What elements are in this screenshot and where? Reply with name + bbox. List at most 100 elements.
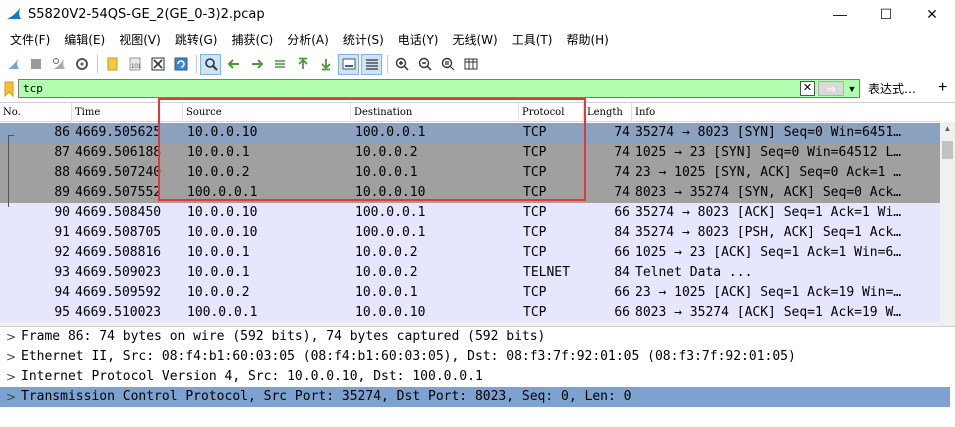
go-back-icon[interactable] — [223, 54, 244, 75]
packet-row[interactable]: 89 4669.507552 100.0.0.1 10.0.0.10 TCP 7… — [0, 183, 940, 203]
find-packet-icon[interactable] — [200, 53, 221, 75]
reload-file-icon[interactable] — [170, 54, 191, 75]
packet-length: 84 — [614, 225, 630, 240]
packet-row[interactable]: 91 4669.508705 10.0.0.10 100.0.0.1 TCP 8… — [0, 223, 940, 243]
apply-filter-icon[interactable]: ⇒ — [818, 81, 844, 96]
packet-source: 10.0.0.2 — [187, 165, 250, 180]
packet-list-scrollbar[interactable]: ▲ — [940, 122, 955, 323]
scroll-up-icon[interactable]: ▲ — [940, 124, 955, 138]
packet-row[interactable]: 94 4669.509592 10.0.0.2 10.0.0.1 TCP 66 … — [0, 283, 940, 303]
packet-source: 10.0.0.10 — [187, 205, 258, 220]
zoom-in-icon[interactable] — [391, 54, 412, 75]
menu-telephony[interactable]: 电话(Y) — [391, 31, 446, 48]
menu-analyze[interactable]: 分析(A) — [280, 31, 336, 48]
packet-length: 74 — [614, 185, 630, 200]
minimize-button[interactable]: — — [817, 0, 863, 28]
add-filter-button[interactable]: + — [938, 79, 947, 97]
packet-protocol: TCP — [523, 165, 547, 180]
detail-text: Ethernet II, Src: 08:f4:b1:60:03:05 (08:… — [21, 349, 796, 364]
save-file-icon[interactable]: 101 — [124, 54, 145, 75]
expand-chevron-right-icon[interactable]: > — [6, 367, 16, 387]
packet-row[interactable]: 95 4669.510023 100.0.0.1 10.0.0.10 TCP 6… — [0, 303, 940, 323]
detail-tree-item-frame[interactable]: > Frame 86: 74 bytes on wire (592 bits),… — [0, 327, 950, 347]
stop-capture-icon[interactable] — [25, 54, 46, 75]
packet-info: 1025 → 23 [ACK] Seq=1 Ack=1 Win=6… — [635, 245, 902, 260]
close-file-icon[interactable] — [147, 54, 168, 75]
detail-tree-item-ethernet[interactable]: > Ethernet II, Src: 08:f4:b1:60:03:05 (0… — [0, 347, 950, 367]
packet-info: 23 → 1025 [ACK] Seq=1 Ack=19 Win=… — [635, 285, 902, 300]
menu-capture[interactable]: 捕获(C) — [224, 31, 280, 48]
normal-size-icon[interactable] — [437, 54, 458, 75]
packet-row[interactable]: 88 4669.507240 10.0.0.2 10.0.0.1 TCP 74 … — [0, 163, 940, 183]
packet-time: 4669.510023 — [75, 305, 162, 320]
first-packet-icon[interactable] — [292, 54, 313, 75]
menu-file[interactable]: 文件(F) — [3, 31, 57, 48]
filter-history-chevron-down-icon[interactable]: ▼ — [846, 81, 858, 96]
maximize-button[interactable]: ☐ — [863, 0, 909, 28]
colorize-icon[interactable] — [361, 53, 382, 75]
packet-time: 4669.508705 — [75, 225, 162, 240]
packet-destination: 100.0.0.1 — [355, 225, 426, 240]
start-capture-icon[interactable] — [2, 54, 23, 75]
packet-destination: 10.0.0.10 — [355, 185, 426, 200]
bookmark-icon[interactable] — [2, 80, 16, 98]
zoom-out-icon[interactable] — [414, 54, 435, 75]
packet-list-header: No. Time Source Destination Protocol Len… — [0, 103, 940, 122]
menu-tools[interactable]: 工具(T) — [505, 31, 560, 48]
restart-capture-icon[interactable] — [48, 54, 69, 75]
packet-time: 4669.507552 — [75, 185, 162, 200]
scrollbar-thumb[interactable] — [942, 141, 953, 159]
packet-protocol: TCP — [523, 285, 547, 300]
expand-chevron-right-icon[interactable]: > — [6, 347, 16, 367]
menu-help[interactable]: 帮助(H) — [559, 31, 615, 48]
packet-row[interactable]: 86 4669.505625 10.0.0.10 100.0.0.1 TCP 7… — [0, 123, 940, 143]
menu-edit[interactable]: 编辑(E) — [57, 31, 112, 48]
last-packet-icon[interactable] — [315, 54, 336, 75]
detail-tree-item-tcp[interactable]: > Transmission Control Protocol, Src Por… — [0, 387, 950, 407]
packet-destination: 10.0.0.10 — [355, 305, 426, 320]
packet-destination: 10.0.0.2 — [355, 145, 418, 160]
toolbar-separator — [97, 55, 98, 73]
packet-row[interactable]: 90 4669.508450 10.0.0.10 100.0.0.1 TCP 6… — [0, 203, 940, 223]
menu-view[interactable]: 视图(V) — [112, 31, 168, 48]
column-header-info[interactable]: Info — [632, 103, 940, 122]
go-forward-icon[interactable] — [246, 54, 267, 75]
packet-destination: 10.0.0.1 — [355, 285, 418, 300]
packet-info: 1025 → 23 [SYN] Seq=0 Win=64512 L… — [635, 145, 902, 160]
packet-row[interactable]: 87 4669.506188 10.0.0.1 10.0.0.2 TCP 74 … — [0, 143, 940, 163]
packet-row[interactable]: 92 4669.508816 10.0.0.1 10.0.0.2 TCP 66 … — [0, 243, 940, 263]
menu-statistics[interactable]: 统计(S) — [336, 31, 391, 48]
packet-destination: 100.0.0.1 — [355, 125, 426, 140]
column-header-destination[interactable]: Destination — [351, 103, 519, 122]
packet-protocol: TCP — [523, 145, 547, 160]
resize-columns-icon[interactable] — [460, 54, 481, 75]
column-header-no[interactable]: No. — [0, 103, 72, 122]
packet-protocol: TCP — [523, 225, 547, 240]
expand-chevron-right-icon[interactable]: > — [6, 327, 16, 347]
menu-wireless[interactable]: 无线(W) — [446, 31, 505, 48]
open-file-icon[interactable] — [101, 54, 122, 75]
main-toolbar: 101 — [0, 52, 955, 76]
detail-tree-item-ipv4[interactable]: > Internet Protocol Version 4, Src: 10.0… — [0, 367, 950, 387]
expand-chevron-right-icon[interactable]: > — [6, 387, 16, 407]
close-button[interactable]: ✕ — [909, 0, 955, 28]
autoscroll-icon[interactable] — [338, 53, 359, 75]
packet-info: Telnet Data ... — [635, 265, 753, 280]
packet-row[interactable]: 93 4669.509023 10.0.0.1 10.0.0.2 TELNET … — [0, 263, 940, 283]
capture-options-icon[interactable] — [71, 54, 92, 75]
packet-length: 66 — [614, 205, 630, 220]
toolbar-separator — [387, 55, 388, 73]
go-to-packet-icon[interactable] — [269, 54, 290, 75]
menu-bar: 文件(F) 编辑(E) 视图(V) 跳转(G) 捕获(C) 分析(A) 统计(S… — [0, 28, 955, 50]
column-header-time[interactable]: Time — [72, 103, 183, 122]
column-header-protocol[interactable]: Protocol — [519, 103, 584, 122]
expression-button[interactable]: 表达式… — [868, 80, 916, 97]
packet-destination: 10.0.0.2 — [355, 245, 418, 260]
column-header-length[interactable]: Length — [584, 103, 632, 122]
clear-filter-icon[interactable]: ✕ — [800, 81, 815, 96]
packet-protocol: TELNET — [523, 265, 570, 280]
packet-info: 35274 → 8023 [ACK] Seq=1 Ack=1 Wi… — [635, 205, 902, 220]
menu-go[interactable]: 跳转(G) — [168, 31, 225, 48]
column-header-source[interactable]: Source — [183, 103, 351, 122]
display-filter-input[interactable]: tcp — [18, 79, 860, 98]
